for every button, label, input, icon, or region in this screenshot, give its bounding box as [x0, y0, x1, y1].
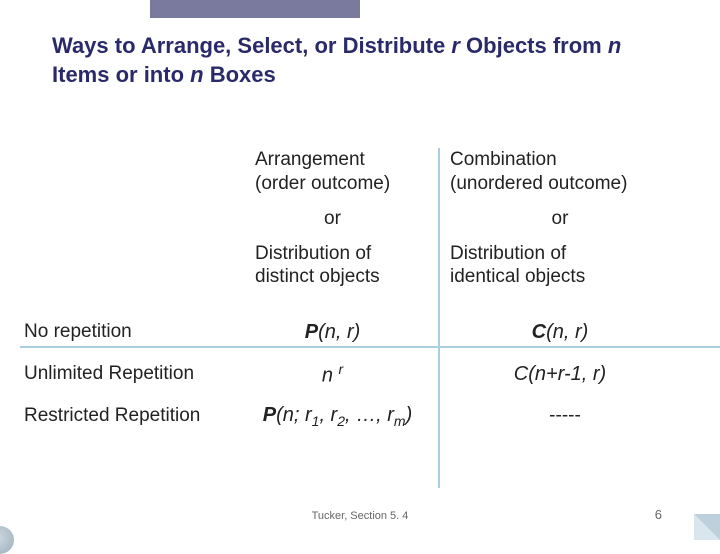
- or-right: or: [430, 208, 690, 230]
- header-combination: Combination (unordered outcome): [430, 148, 690, 196]
- title-text-2: Objects from: [466, 33, 608, 58]
- table-row: Unlimited Repetition n r C(n+r-1, r): [20, 353, 700, 395]
- footer-citation: Tucker, Section 5. 4: [0, 510, 720, 522]
- title-text-1: Ways to Arrange, Select, or Distribute: [52, 33, 451, 58]
- header-row-distribution: Distribution of distinct objects Distrib…: [20, 242, 700, 290]
- header-combination-l2: (unordered outcome): [450, 173, 627, 194]
- slide-title: Ways to Arrange, Select, or Distribute r…: [52, 32, 672, 89]
- row-label-no-rep: No repetition: [20, 321, 235, 343]
- table-body: No repetition P(n, r) C(n, r) Unlimited …: [20, 311, 700, 437]
- title-text-3: Items or into: [52, 62, 190, 87]
- table-row: Restricted Repetition P(n; r1, r2, …, rm…: [20, 395, 700, 437]
- header-arrangement-l1: Arrangement: [255, 149, 365, 170]
- header-dist-distinct: Distribution of distinct objects: [235, 242, 430, 290]
- dist-distinct-l2: distinct objects: [255, 266, 380, 287]
- header-arrangement: Arrangement (order outcome): [235, 148, 430, 196]
- header-combination-l1: Combination: [450, 149, 557, 170]
- row-label-unlimited: Unlimited Repetition: [20, 363, 235, 385]
- decorative-corner-ball: [0, 526, 14, 554]
- decorative-page-curl-shadow: [694, 514, 720, 540]
- page-number: 6: [655, 507, 662, 522]
- dist-identical-l1: Distribution of: [450, 243, 566, 264]
- header-arrangement-l2: (order outcome): [255, 173, 390, 194]
- row-label-restricted: Restricted Repetition: [20, 405, 235, 427]
- formula-n-to-r: n r: [235, 361, 430, 388]
- formula-c-nr1-r: C(n+r-1, r): [430, 363, 690, 386]
- decorative-top-stripe: [150, 0, 360, 18]
- title-var-n2: n: [190, 62, 210, 87]
- horizontal-divider: [20, 346, 720, 348]
- or-left: or: [235, 208, 430, 230]
- header-row-top: Arrangement (order outcome) Combination …: [20, 148, 700, 196]
- formula-none: -----: [440, 405, 690, 427]
- dist-identical-l2: identical objects: [450, 266, 585, 287]
- title-text-4: Boxes: [210, 62, 276, 87]
- header-row-or: or or: [20, 208, 700, 230]
- vertical-divider: [438, 148, 440, 488]
- header-dist-identical: Distribution of identical objects: [430, 242, 690, 290]
- formula-c-n-r: C(n, r): [430, 321, 690, 344]
- dist-distinct-l1: Distribution of: [255, 243, 371, 264]
- title-var-n1: n: [608, 33, 621, 58]
- title-var-r: r: [451, 33, 466, 58]
- formula-p-n-r: P(n, r): [235, 321, 430, 344]
- comparison-table: Arrangement (order outcome) Combination …: [20, 148, 700, 437]
- formula-p-multinomial: P(n; r1, r2, …, rm): [235, 404, 440, 429]
